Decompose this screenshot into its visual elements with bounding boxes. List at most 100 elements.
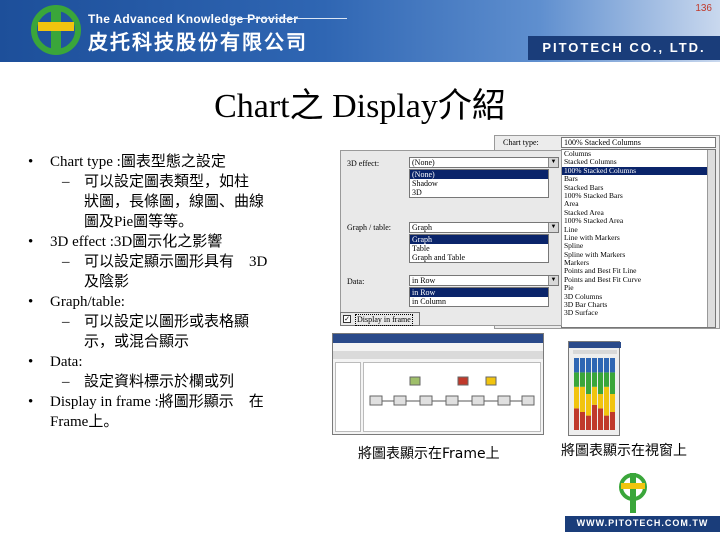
- window-chart-bar: [604, 386, 609, 416]
- window-chart-bar: [580, 358, 585, 373]
- display-dialog: 3D effect: (None) ▼ (None) Shadow 3D Gra…: [340, 150, 562, 326]
- data-value: in Row: [412, 276, 436, 285]
- checkbox-icon[interactable]: ✓: [343, 315, 351, 323]
- window-chart-bar: [574, 386, 579, 409]
- chevron-down-icon[interactable]: ▼: [548, 276, 558, 285]
- sub-bullet-item: – 設定資料標示於欄或列: [62, 374, 235, 390]
- window-chart-bar: [598, 408, 603, 430]
- display-in-frame-row[interactable]: ✓ Display in frame: [340, 312, 420, 326]
- window-chart-bar: [598, 358, 603, 373]
- bullet-item: • Data:: [28, 354, 83, 370]
- window-chart-bar: [592, 372, 597, 387]
- effect-select[interactable]: (None) ▼: [409, 157, 559, 168]
- bullet-item: • Display in frame :將圖形顯示 在: [28, 394, 264, 410]
- chart-type-scrollbar[interactable]: [707, 150, 715, 327]
- data-option[interactable]: in Column: [410, 297, 548, 306]
- chevron-down-icon[interactable]: ▼: [548, 223, 558, 232]
- frame-screenshot: [332, 333, 544, 435]
- chart-type-option[interactable]: 100% Stacked Bars: [562, 191, 715, 200]
- bullet-text: Graph/table:: [50, 294, 125, 310]
- window-caption: 將圖表顯示在視窗上: [561, 443, 687, 459]
- graph-table-option[interactable]: Graph and Table: [410, 253, 548, 262]
- graph-table-option[interactable]: Table: [410, 244, 548, 253]
- brand-name-zh: 皮托科技股份有限公司: [88, 30, 308, 54]
- window-chart-bar: [598, 372, 603, 394]
- effect-label: 3D effect:: [347, 159, 380, 168]
- window-chart-bar: [580, 386, 585, 412]
- bullet-list: • Chart type :圖表型態之設定 – 可以設定圖表類型，如柱 狀圖，長條圖…: [28, 152, 313, 432]
- chart-type-select[interactable]: 100% Stacked Columns: [561, 137, 716, 148]
- sub-bullet-text: 設定資料標示於欄或列: [84, 374, 235, 390]
- sub-bullet-text: 可以設定顯示圖形具有 3D: [84, 254, 268, 270]
- chevron-down-icon[interactable]: ▼: [548, 158, 558, 167]
- graph-table-label: Graph / table:: [347, 223, 391, 232]
- data-option[interactable]: in Row: [410, 288, 548, 297]
- effect-options[interactable]: (None) Shadow 3D: [409, 169, 549, 198]
- window-chart-bar: [586, 394, 591, 416]
- page-number: 136: [695, 3, 712, 14]
- window-chart-bar: [574, 358, 579, 373]
- bullet-item: • Graph/table:: [28, 294, 125, 310]
- bullet-text: Frame上。: [50, 414, 119, 430]
- sub-bullet-cont: 及陰影: [28, 272, 313, 292]
- effect-option[interactable]: Shadow: [410, 179, 548, 188]
- sub-bullet-text: 可以設定圖表類型，如柱: [84, 174, 250, 190]
- chart-type-option[interactable]: Points and Best Fit Curve: [562, 275, 715, 284]
- sub-bullet-cont: 示，或混合顯示: [28, 332, 313, 352]
- chart-type-option[interactable]: Line with Markers: [562, 233, 715, 242]
- bullet-text: Display in frame :將圖形顯示 在: [50, 394, 264, 410]
- banner-divider: [232, 18, 347, 19]
- window-chart-bar: [604, 358, 609, 373]
- sub-bullet-item: – 可以設定顯示圖形具有 3D: [62, 254, 268, 270]
- window-chart-bar: [574, 408, 579, 430]
- company-name: PITOTECH CO., LTD.: [542, 40, 706, 55]
- window-chart-bar: [586, 415, 591, 430]
- company-bar: PITOTECH CO., LTD.: [528, 36, 720, 60]
- bullet-cont: Frame上。: [28, 412, 313, 432]
- bullet-item: • 3D effect :3D圖示化之影響: [28, 234, 223, 250]
- window-chart-bar: [592, 386, 597, 405]
- sub-bullet-cont: 狀圖，長條圖，線圖、曲線: [28, 192, 313, 212]
- chart-type-list[interactable]: Columns Stacked Columns 100% Stacked Colum…: [561, 149, 716, 328]
- chart-type-option[interactable]: 100% Stacked Area: [562, 216, 715, 225]
- chart-type-option[interactable]: 100% Stacked Columns: [562, 166, 715, 176]
- effect-option[interactable]: (None): [410, 170, 548, 179]
- sub-bullet-text: 圖及Pie圖等等。: [84, 214, 194, 230]
- effect-option[interactable]: 3D: [410, 188, 548, 197]
- window-chart-bar: [610, 358, 615, 373]
- slide-title: Chart之 Display介紹: [214, 88, 506, 125]
- chart-type-items: Columns Stacked Columns 100% Stacked Colum…: [562, 150, 715, 318]
- chart-type-value: 100% Stacked Columns: [564, 138, 641, 147]
- sub-bullet-text: 示，或混合顯示: [84, 334, 190, 350]
- frame-toolbar: [333, 351, 543, 359]
- graph-table-value: Graph: [412, 223, 432, 232]
- sub-bullet-text: 狀圖，長條圖，線圖、曲線: [84, 194, 265, 210]
- sub-bullet-cont: 圖及Pie圖等等。: [28, 212, 313, 232]
- bullet-text: 3D effect :3D圖示化之影響: [50, 234, 223, 250]
- window-chart-bar: [580, 372, 585, 387]
- data-label: Data:: [347, 277, 365, 286]
- display-in-frame-label: Display in frame: [355, 314, 413, 326]
- graph-table-option[interactable]: Graph: [410, 235, 548, 244]
- sub-bullet-item: – 可以設定以圖形或表格顯: [62, 314, 250, 330]
- graph-table-select[interactable]: Graph ▼: [409, 222, 559, 233]
- window-chart-bar: [610, 412, 615, 430]
- frame-caption: 將圖表顯示在Frame上: [358, 446, 500, 462]
- pitotech-footer-logo-icon: [619, 473, 647, 513]
- bullet-text: Chart type :圖表型態之設定: [50, 154, 226, 170]
- data-select[interactable]: in Row ▼: [409, 275, 559, 286]
- frame-titlebar: [333, 334, 543, 343]
- window-chart-bar: [592, 358, 597, 373]
- window-chart-bar: [610, 372, 615, 394]
- graph-table-options[interactable]: Graph Table Graph and Table: [409, 234, 549, 263]
- chart-type-option[interactable]: 3D Surface: [562, 309, 715, 318]
- data-options[interactable]: in Row in Column: [409, 287, 549, 307]
- pitotech-logo-icon: [31, 5, 81, 55]
- bullet-text: Data:: [50, 354, 83, 370]
- window-chart-bar: [586, 358, 591, 373]
- footer-bar: WWW.PITOTECH.COM.TW: [565, 516, 720, 532]
- sub-bullet-item: – 可以設定圖表類型，如柱: [62, 174, 250, 190]
- window-chart-bar: [610, 394, 615, 412]
- bullet-item: • Chart type :圖表型態之設定: [28, 154, 226, 170]
- sub-bullet-text: 及陰影: [84, 274, 130, 290]
